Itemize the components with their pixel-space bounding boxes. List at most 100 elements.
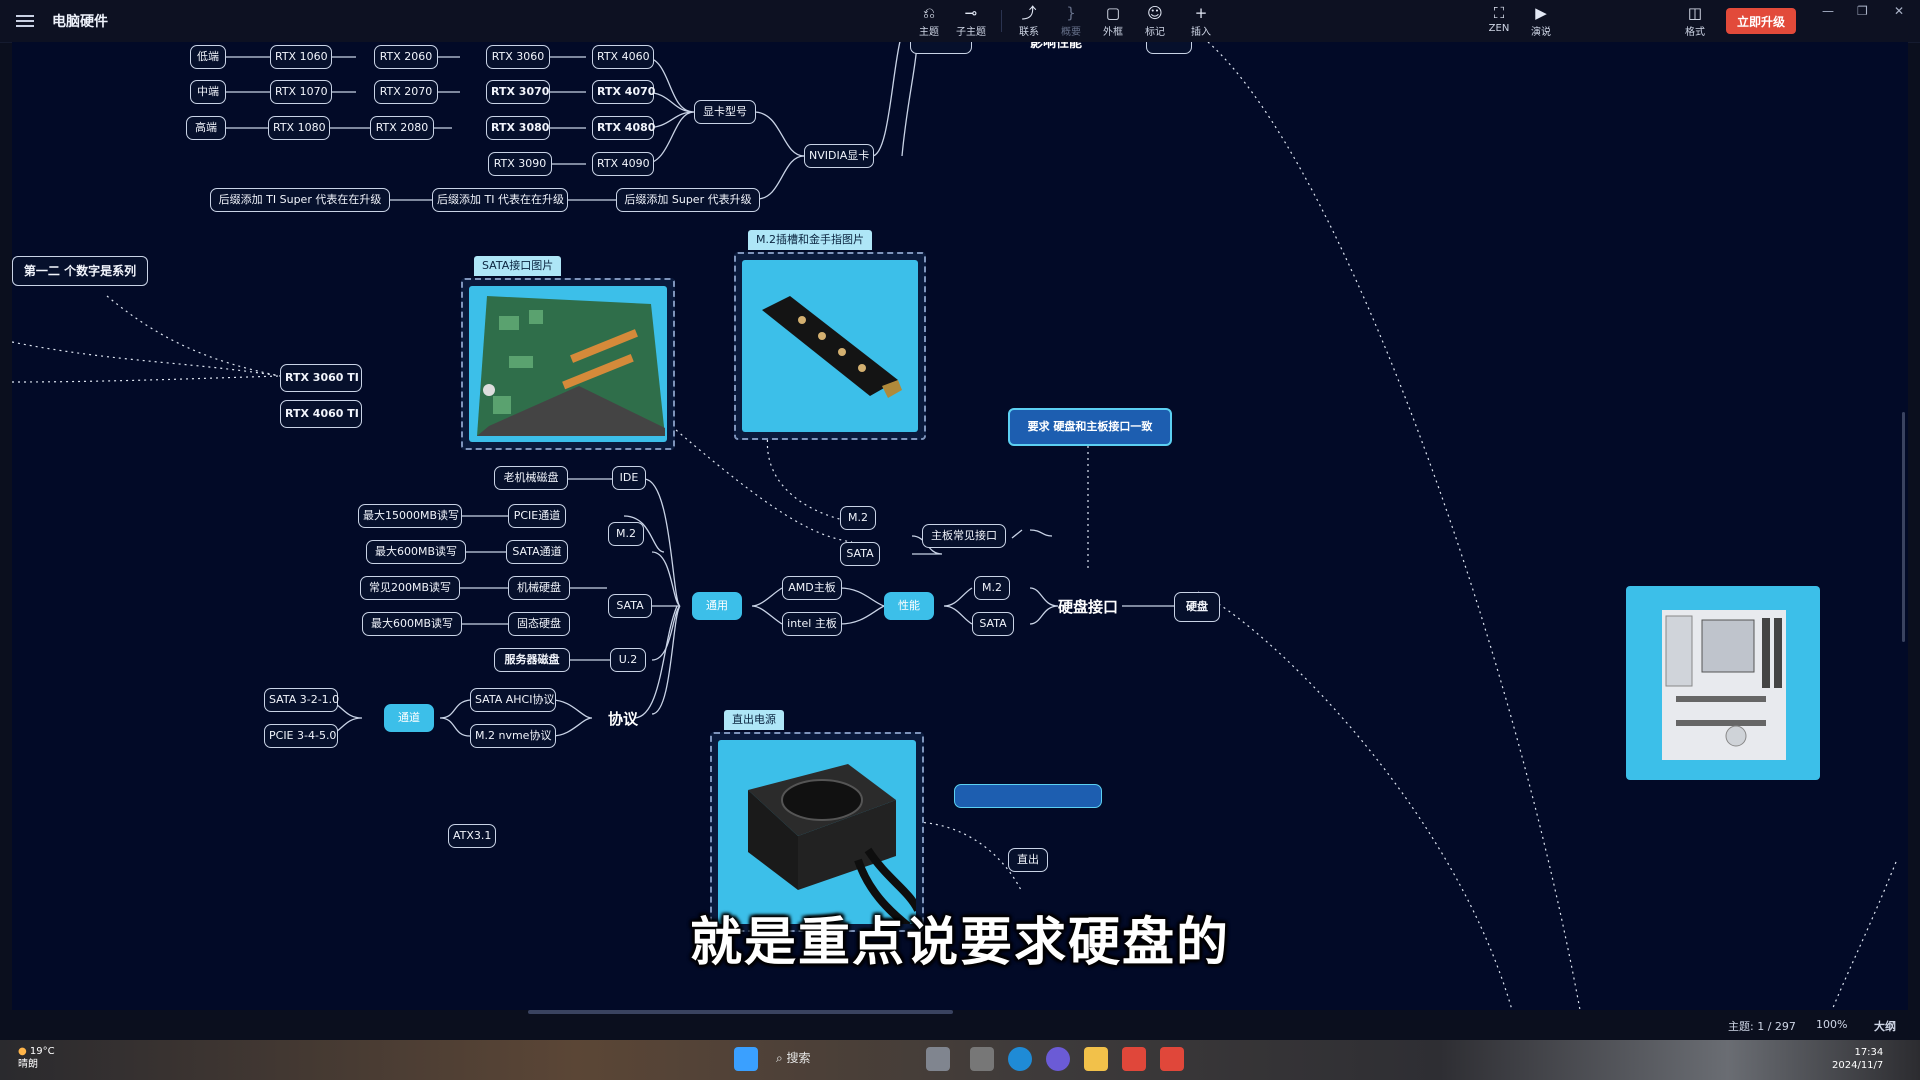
node-channel[interactable]: 通道 bbox=[384, 704, 434, 732]
node-old-hdd[interactable]: 老机械磁盘 bbox=[494, 466, 568, 490]
node-max600-ssd[interactable]: 最大600MB读写 bbox=[362, 612, 462, 636]
node-server-disk[interactable]: 服务器磁盘 bbox=[494, 648, 570, 672]
node-sata-version[interactable]: SATA 3-2-1.0 bbox=[264, 688, 339, 712]
mindmap-canvas[interactable]: 低端 中端 高端 RTX 1060 RTX 1070 RTX 1080 RTX … bbox=[12, 42, 1908, 1010]
document-title: 电脑硬件 bbox=[52, 14, 108, 30]
zen-mode-button[interactable]: ⛶ ZEN bbox=[1481, 4, 1517, 34]
node-rtx2060[interactable]: RTX 2060 bbox=[374, 45, 438, 69]
edge-browser-icon[interactable] bbox=[1008, 1047, 1032, 1071]
present-button[interactable]: ▶ 演说 bbox=[1523, 4, 1559, 38]
file-explorer-icon[interactable] bbox=[1084, 1047, 1108, 1071]
weather-widget[interactable]: ● 19°C 晴朗 bbox=[18, 1045, 55, 1071]
node-amd-board[interactable]: AMD主板 bbox=[782, 576, 842, 600]
power-supply-illustration bbox=[748, 764, 916, 924]
outline-button[interactable]: 大纲 bbox=[1874, 1018, 1896, 1034]
node-rtx3060ti[interactable]: RTX 3060 TI bbox=[280, 364, 362, 392]
node-sata-ahci[interactable]: SATA AHCI协议 bbox=[470, 688, 556, 712]
node-mech-hdd[interactable]: 机械硬盘 bbox=[508, 576, 570, 600]
tier-mid[interactable]: 中端 bbox=[190, 80, 226, 104]
minimize-icon[interactable]: — bbox=[1822, 4, 1834, 18]
node-nvidia[interactable]: NVIDIA显卡 bbox=[804, 144, 874, 168]
node-rtx1070[interactable]: RTX 1070 bbox=[270, 80, 332, 104]
node-pcie-version[interactable]: PCIE 3-4-5.0 bbox=[264, 724, 338, 748]
node-general[interactable]: 通用 bbox=[692, 592, 742, 620]
node-u2[interactable]: U.2 bbox=[610, 648, 646, 672]
app-icon[interactable] bbox=[1046, 1047, 1070, 1071]
horizontal-scrollbar[interactable] bbox=[528, 1010, 953, 1014]
node-protocol[interactable]: 协议 bbox=[608, 708, 638, 729]
restore-icon[interactable]: ❐ bbox=[1857, 4, 1868, 18]
node-offscreen-2[interactable] bbox=[1146, 42, 1192, 54]
node-board-common[interactable]: 主板常见接口 bbox=[922, 524, 1006, 548]
node-offscreen[interactable] bbox=[910, 42, 972, 54]
widgets-icon[interactable] bbox=[926, 1047, 950, 1071]
vertical-scrollbar[interactable] bbox=[1902, 412, 1905, 642]
close-icon[interactable]: ✕ bbox=[1894, 4, 1904, 18]
node-max15000[interactable]: 最大15000MB读写 bbox=[358, 504, 462, 528]
node-rtx3070[interactable]: RTX 3070 bbox=[486, 80, 550, 104]
node-intel-board[interactable]: intel 主板 bbox=[782, 612, 842, 636]
node-sata-channel[interactable]: SATA通道 bbox=[506, 540, 568, 564]
node-rtx3080[interactable]: RTX 3080 bbox=[486, 116, 550, 140]
node-rtx2080[interactable]: RTX 2080 bbox=[370, 116, 434, 140]
node-m2-nvme[interactable]: M.2 nvme协议 bbox=[470, 724, 556, 748]
zoom-level[interactable]: 100% bbox=[1816, 1018, 1847, 1031]
toolbar-boundary-button[interactable]: ▢ 外框 bbox=[1095, 4, 1131, 38]
node-performance[interactable]: 性能 bbox=[884, 592, 934, 620]
m2-image-box[interactable] bbox=[734, 252, 926, 440]
status-bar: 主题: 1 / 297 100% 大纲 bbox=[0, 1010, 1920, 1040]
node-rtx4070[interactable]: RTX 4070 bbox=[592, 80, 655, 104]
motherboard-image[interactable] bbox=[1626, 586, 1820, 780]
node-direct-out[interactable]: 直出 bbox=[1008, 848, 1048, 872]
node-disk-interface[interactable]: 硬盘接口 bbox=[1058, 596, 1118, 617]
node-series-note[interactable]: 第一二 个数字是系列 bbox=[12, 256, 148, 286]
node-sata-board[interactable]: SATA bbox=[840, 542, 880, 566]
node-hard-disk[interactable]: 硬盘 bbox=[1174, 592, 1220, 622]
node-max600-sata[interactable]: 最大600MB读写 bbox=[366, 540, 466, 564]
toolbar-marker-button[interactable]: ☺ 标记 bbox=[1137, 4, 1173, 38]
node-sata-perf[interactable]: SATA bbox=[972, 612, 1014, 636]
toolbar-insert-button[interactable]: + 插入 bbox=[1183, 4, 1219, 38]
node-ide[interactable]: IDE bbox=[612, 466, 646, 490]
toolbar-topic-button[interactable]: ⎌ 主题 bbox=[911, 4, 947, 38]
node-m2-perf[interactable]: M.2 bbox=[974, 576, 1010, 600]
toolbar-subtopic-button[interactable]: ⊸ 子主题 bbox=[953, 4, 989, 38]
node-hidden-behind-subtitle[interactable] bbox=[954, 784, 1102, 808]
node-rtx3090[interactable]: RTX 3090 bbox=[488, 152, 552, 176]
task-view-icon[interactable] bbox=[970, 1047, 994, 1071]
requirement-note-selected[interactable]: 要求 硬盘和主板接口一致 bbox=[1008, 408, 1172, 446]
upgrade-button[interactable]: 立即升级 bbox=[1726, 8, 1796, 34]
node-rtx2070[interactable]: RTX 2070 bbox=[374, 80, 438, 104]
menu-icon[interactable] bbox=[16, 12, 34, 30]
node-ssd[interactable]: 固态硬盘 bbox=[508, 612, 570, 636]
tier-low[interactable]: 低端 bbox=[190, 45, 226, 69]
sata-image-box[interactable] bbox=[461, 278, 675, 450]
node-rtx1080[interactable]: RTX 1080 bbox=[268, 116, 330, 140]
start-icon[interactable] bbox=[734, 1047, 758, 1071]
toolbar-summary-button[interactable]: } 概要 bbox=[1053, 4, 1089, 38]
node-ti[interactable]: 后缀添加 TI 代表在在升级 bbox=[432, 188, 568, 212]
tier-high[interactable]: 高端 bbox=[186, 116, 226, 140]
node-rtx4060ti[interactable]: RTX 4060 TI bbox=[280, 400, 362, 428]
node-common200[interactable]: 常见200MB读写 bbox=[360, 576, 460, 600]
node-top-perf[interactable]: 影响性能 bbox=[1030, 42, 1082, 51]
toolbar-relation-button[interactable]: ⤴ 联系 bbox=[1011, 4, 1047, 38]
system-clock[interactable]: 17:34 2024/11/7 bbox=[1832, 1046, 1883, 1072]
node-m2-board[interactable]: M.2 bbox=[840, 506, 876, 530]
node-rtx4080[interactable]: RTX 4080 bbox=[592, 116, 655, 140]
node-super[interactable]: 后缀添加 Super 代表升级 bbox=[616, 188, 760, 212]
node-sata-general[interactable]: SATA bbox=[608, 594, 652, 618]
xmind-icon-2[interactable] bbox=[1160, 1047, 1184, 1071]
node-rtx1060[interactable]: RTX 1060 bbox=[270, 45, 332, 69]
node-pcie-channel[interactable]: PCIE通道 bbox=[508, 504, 566, 528]
node-m2-general[interactable]: M.2 bbox=[608, 522, 644, 546]
xmind-icon[interactable] bbox=[1122, 1047, 1146, 1071]
format-panel-button[interactable]: ◫ 格式 bbox=[1677, 4, 1713, 38]
node-ti-super[interactable]: 后缀添加 TI Super 代表在在升级 bbox=[210, 188, 390, 212]
node-rtx3060[interactable]: RTX 3060 bbox=[486, 45, 550, 69]
node-rtx4060[interactable]: RTX 4060 bbox=[592, 45, 654, 69]
node-atx31[interactable]: ATX3.1 bbox=[448, 824, 496, 848]
node-rtx4090[interactable]: RTX 4090 bbox=[592, 152, 654, 176]
taskbar-search[interactable]: ⌕ 搜索 bbox=[776, 1049, 811, 1066]
node-gpu-model[interactable]: 显卡型号 bbox=[694, 100, 756, 124]
